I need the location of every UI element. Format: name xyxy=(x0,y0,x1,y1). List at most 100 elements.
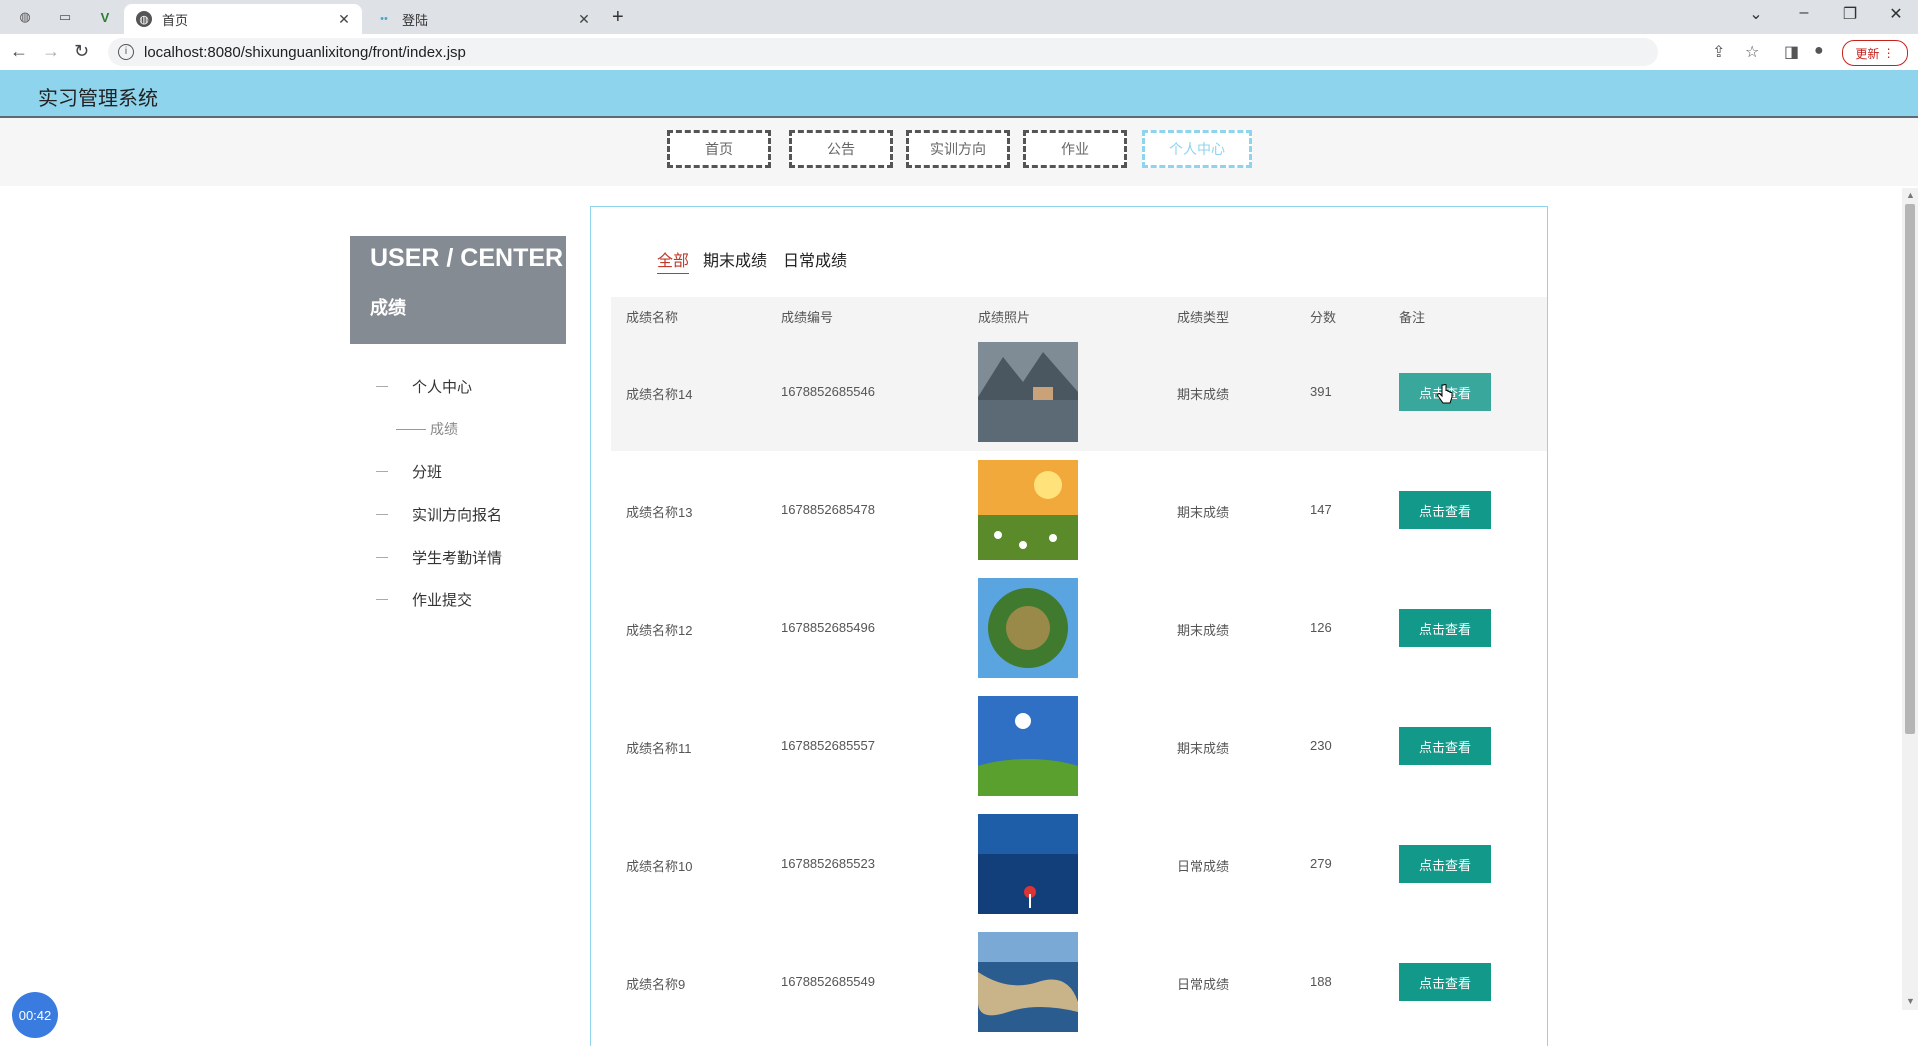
sidebar-item-label: 实训方向报名 xyxy=(412,507,503,524)
window-close-icon[interactable]: ✕ xyxy=(1884,4,1908,24)
restore-icon[interactable]: ❐ xyxy=(1838,4,1862,24)
tab-title: 登陆 xyxy=(402,12,429,28)
grade-type: 日常成绩 xyxy=(1177,859,1230,874)
dash xyxy=(376,557,388,558)
close-icon[interactable]: ✕ xyxy=(334,11,354,28)
tab-login[interactable]: •• 登陆 ✕ xyxy=(364,4,602,34)
sidebar-item-class[interactable]: 分班 xyxy=(376,461,442,482)
tab-search-icon[interactable]: ⌄ xyxy=(1744,4,1768,24)
sidebar-item-label: 作业提交 xyxy=(412,592,473,609)
sidebar-item-attendance[interactable]: 学生考勤详情 xyxy=(376,547,502,568)
scroll-up-icon[interactable]: ▲ xyxy=(1906,190,1915,200)
dash xyxy=(376,599,388,600)
grade-type: 日常成绩 xyxy=(1177,977,1230,992)
grade-score: 126 xyxy=(1310,620,1332,635)
grade-photo-sea-umbrella[interactable] xyxy=(978,814,1078,914)
grade-score: 391 xyxy=(1310,384,1332,399)
profile-avatar-icon[interactable]: ● xyxy=(1814,42,1824,60)
grade-code: 1678852685496 xyxy=(781,620,875,635)
address-bar-row: ← → ↻ i localhost:8080/shixunguanlixiton… xyxy=(0,34,1918,71)
scroll-thumb[interactable] xyxy=(1905,204,1915,734)
sidebar-item-label: 分班 xyxy=(412,464,443,481)
col-type: 成绩类型 xyxy=(1177,310,1230,325)
url-field[interactable]: i localhost:8080/shixunguanlixitong/fron… xyxy=(108,38,1658,66)
grade-code: 1678852685546 xyxy=(781,384,875,399)
grade-name: 成绩名称13 xyxy=(626,505,693,520)
sidebar-item-label: 学生考勤详情 xyxy=(412,550,503,567)
grade-code: 1678852685523 xyxy=(781,856,875,871)
recording-timer[interactable]: 00:42 xyxy=(12,992,58,1038)
browser-tab-bar: ◍ ▭ V ◍ 首页 ✕ •• 登陆 ✕ + ⌄ – ❐ ✕ xyxy=(0,0,1918,34)
sidebar-item-homework-submit[interactable]: 作业提交 xyxy=(376,589,472,610)
page-scrollbar[interactable]: ▲ ▼ xyxy=(1902,188,1918,1010)
table-row: 成绩名称9 1678852685549 日常成绩 188 点击查看 xyxy=(611,923,1547,1041)
nav-notice[interactable]: 公告 xyxy=(789,130,893,168)
table-row: 成绩名称14 1678852685546 期末成绩 391 点击查看 xyxy=(611,333,1547,451)
scroll-down-icon[interactable]: ▼ xyxy=(1906,996,1915,1006)
url-text: localhost:8080/shixunguanlixitong/front/… xyxy=(144,43,466,61)
pinned-tab-vue-icon[interactable]: V xyxy=(96,8,114,26)
nav-home[interactable]: 首页 xyxy=(667,130,771,168)
view-button[interactable]: 点击查看 xyxy=(1399,963,1491,1001)
grade-score: 279 xyxy=(1310,856,1332,871)
grade-name: 成绩名称11 xyxy=(626,741,692,756)
nav-homework[interactable]: 作业 xyxy=(1023,130,1127,168)
view-button[interactable]: 点击查看 xyxy=(1399,845,1491,883)
new-tab-icon[interactable]: + xyxy=(612,6,624,29)
update-button[interactable]: 更新 ⋮ xyxy=(1842,40,1908,66)
dash xyxy=(376,514,388,515)
reload-icon[interactable]: ↻ xyxy=(74,41,89,62)
pinned-tab-globe-icon[interactable]: ◍ xyxy=(16,8,34,26)
site-title: 实习管理系统 xyxy=(38,88,158,110)
grade-score: 188 xyxy=(1310,974,1332,989)
view-button[interactable]: 点击查看 xyxy=(1399,491,1491,529)
filter-final[interactable]: 期末成绩 xyxy=(703,247,767,271)
site-info-icon[interactable]: i xyxy=(118,44,134,60)
grade-name: 成绩名称10 xyxy=(626,859,693,874)
close-icon[interactable]: ✕ xyxy=(574,11,594,28)
main-nav: 首页 公告 实训方向 作业 个人中心 xyxy=(0,118,1918,186)
sidebar-subitem-grades[interactable]: 成绩 xyxy=(396,419,458,439)
bookmark-star-icon[interactable]: ☆ xyxy=(1745,42,1759,62)
back-icon[interactable]: ← xyxy=(10,41,28,62)
pinned-tab-page-icon[interactable]: ▭ xyxy=(56,8,74,26)
side-panel-icon[interactable]: ◨ xyxy=(1784,42,1799,62)
table-row: 成绩名称13 1678852685478 期末成绩 147 点击查看 xyxy=(611,451,1547,569)
grade-photo-coastline[interactable] xyxy=(978,932,1078,1032)
col-name: 成绩名称 xyxy=(626,310,679,325)
table-row: 成绩名称12 1678852685496 期末成绩 126 点击查看 xyxy=(611,569,1547,687)
grade-photo-mountain-lake[interactable] xyxy=(978,342,1078,442)
table-row: 成绩名称11 1678852685557 期末成绩 230 点击查看 xyxy=(611,687,1547,805)
grade-photo-flower-field[interactable] xyxy=(978,460,1078,560)
view-button[interactable]: 点击查看 xyxy=(1399,727,1491,765)
grade-name: 成绩名称12 xyxy=(626,623,693,638)
grade-type: 期末成绩 xyxy=(1177,505,1230,520)
grade-type: 期末成绩 xyxy=(1177,741,1230,756)
sidebar-item-direction-signup[interactable]: 实训方向报名 xyxy=(376,504,502,525)
tab-title: 首页 xyxy=(162,12,189,28)
share-icon[interactable]: ⇪ xyxy=(1712,42,1725,62)
filter-daily[interactable]: 日常成绩 xyxy=(783,247,847,271)
tab-home[interactable]: ◍ 首页 ✕ xyxy=(124,4,362,34)
grade-photo-tiny-planet[interactable] xyxy=(978,578,1078,678)
grade-code: 1678852685549 xyxy=(781,974,875,989)
globe-icon: ◍ xyxy=(136,11,152,27)
col-photo: 成绩照片 xyxy=(978,310,1031,325)
user-center-header: USER / CENTER 成绩 xyxy=(350,236,566,344)
grade-name: 成绩名称14 xyxy=(626,387,693,402)
grade-code: 1678852685478 xyxy=(781,502,875,517)
forward-icon[interactable]: → xyxy=(42,41,60,62)
nav-personal-center[interactable]: 个人中心 xyxy=(1142,130,1252,168)
minimize-icon[interactable]: – xyxy=(1792,4,1816,22)
sidebar-item-label: 个人中心 xyxy=(412,379,473,396)
table-header: 成绩名称 成绩编号 成绩照片 成绩类型 分数 备注 xyxy=(611,297,1547,333)
update-label: 更新 xyxy=(1855,46,1880,61)
view-button[interactable]: 点击查看 xyxy=(1399,609,1491,647)
nav-training-direction[interactable]: 实训方向 xyxy=(906,130,1010,168)
grade-photo-green-hill[interactable] xyxy=(978,696,1078,796)
col-code: 成绩编号 xyxy=(781,310,834,325)
grade-type: 期末成绩 xyxy=(1177,387,1230,402)
filter-all[interactable]: 全部 xyxy=(657,247,690,274)
sidebar-item-personal-center[interactable]: 个人中心 xyxy=(376,376,472,397)
sidebar-item-label: 成绩 xyxy=(430,421,458,437)
